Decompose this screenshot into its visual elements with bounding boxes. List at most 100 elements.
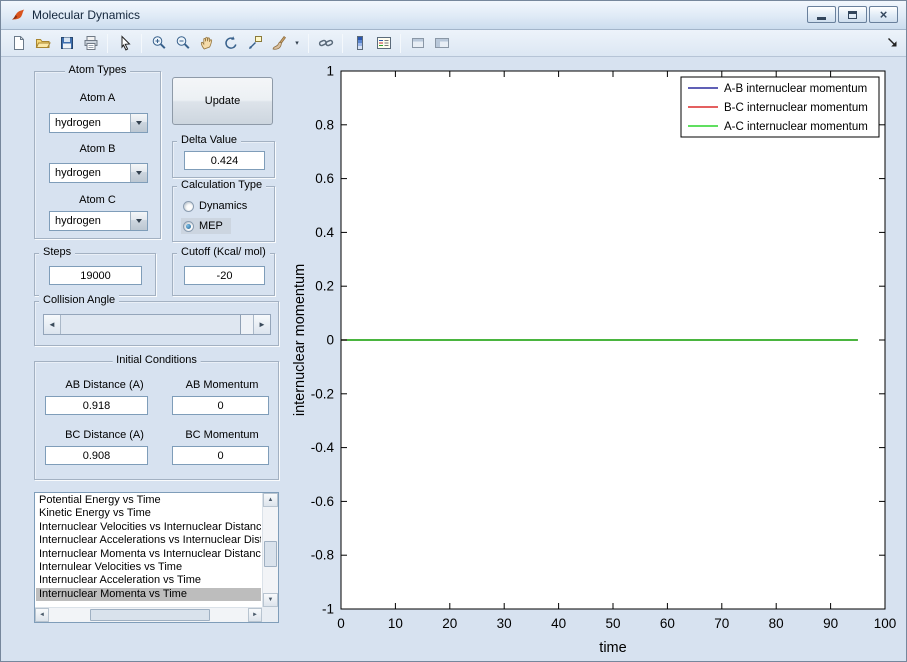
atom-a-value: hydrogen: [55, 117, 101, 129]
ab-momentum-input[interactable]: [172, 396, 269, 415]
toolbar-save-figure-button[interactable]: [55, 32, 78, 55]
vertical-scroll-thumb[interactable]: [264, 541, 277, 567]
zoom-in-icon: [151, 35, 167, 51]
close-button[interactable]: ×: [869, 6, 898, 23]
maximize-icon: [848, 10, 857, 19]
legend[interactable]: A-B internuclear momentum B-C internuclea…: [680, 76, 880, 138]
toolbar-items: ▾: [7, 32, 453, 55]
toolbar-new-figure-button[interactable]: [7, 32, 30, 55]
horizontal-scrollbar[interactable]: ◄ ►: [35, 607, 262, 622]
y-tick-label: -0.8: [311, 548, 334, 563]
atom-a-label: Atom A: [79, 92, 116, 104]
x-tick-label: 50: [605, 616, 620, 631]
cutoff-title: Cutoff (Kcal/ mol): [177, 246, 270, 258]
delta-value-title: Delta Value: [177, 134, 242, 146]
print-icon: [83, 35, 99, 51]
x-tick-label: 20: [442, 616, 457, 631]
maximize-button[interactable]: [838, 6, 867, 23]
minimize-button[interactable]: [807, 6, 836, 23]
minimize-icon: [817, 17, 826, 20]
slider-right-arrow[interactable]: ►: [253, 315, 270, 334]
y-tick-label: 1: [326, 64, 334, 79]
legend-entry-label: A-C internuclear momentum: [724, 121, 868, 133]
delta-value-input[interactable]: [184, 151, 265, 170]
atom-c-dropdown-button[interactable]: [130, 212, 147, 230]
scroll-right-button[interactable]: ►: [248, 608, 262, 622]
list-item[interactable]: Internulear Velocities vs Time: [36, 561, 261, 574]
atom-b-dropdown-button[interactable]: [130, 164, 147, 182]
zoom-out-icon: [175, 35, 191, 51]
toolbar-pan-button[interactable]: [195, 32, 218, 55]
x-tick-label: 40: [551, 616, 566, 631]
slider-thumb[interactable]: [61, 315, 241, 334]
toolbar-show-plot-tools-button[interactable]: [430, 32, 453, 55]
radio-mep[interactable]: MEP: [181, 218, 231, 234]
radio-icon: [183, 200, 194, 212]
list-item[interactable]: Internuclear Velocities vs Internuclear …: [36, 521, 261, 534]
toolbar-insert-legend-button[interactable]: [372, 32, 395, 55]
colorbar-icon: [352, 35, 368, 51]
atom-c-label: Atom C: [79, 194, 116, 206]
toolbar-separator: [342, 33, 343, 53]
list-item[interactable]: Internuclear Accelerations vs Internucle…: [36, 534, 261, 547]
app-icon: [10, 7, 26, 23]
list-item[interactable]: Internuclear Momenta vs Internuclear Dis…: [36, 548, 261, 561]
chevron-down-icon: [136, 171, 142, 175]
plot-type-listbox: Potential Energy vs Time Kinetic Energy v…: [34, 492, 279, 623]
bc-distance-input[interactable]: [45, 446, 148, 465]
toolbar-open-file-button[interactable]: [31, 32, 54, 55]
hide-plot-tools-icon: [410, 35, 426, 51]
vertical-scrollbar[interactable]: ▲ ▼: [262, 493, 278, 607]
atom-types-group: Atom Types Atom A hydrogen Atom B hydrog…: [34, 64, 161, 239]
toolbar-zoom-out-button[interactable]: [171, 32, 194, 55]
toolbar-rotate-3d-button[interactable]: [219, 32, 242, 55]
radio-dynamics[interactable]: Dynamics: [181, 198, 255, 214]
toolbar-zoom-in-button[interactable]: [147, 32, 170, 55]
y-tick-label: 0: [326, 333, 334, 348]
toolbar-insert-colorbar-button[interactable]: [348, 32, 371, 55]
toolbar-brush-button[interactable]: [267, 32, 290, 55]
calculation-type-group: Calculation Type Dynamics MEP: [172, 179, 275, 242]
update-button[interactable]: Update: [172, 77, 273, 125]
list-item[interactable]: Internuclear Acceleration vs Time: [36, 574, 261, 587]
list-item[interactable]: Potential Energy vs Time: [36, 494, 261, 507]
list-item[interactable]: Internuclear Momenta vs Time: [36, 587, 261, 602]
toolbar-link-plot-button[interactable]: [314, 32, 337, 55]
atom-c-select[interactable]: hydrogen: [49, 211, 148, 231]
toolbar-data-cursor-button[interactable]: [243, 32, 266, 55]
scroll-up-button[interactable]: ▲: [263, 493, 278, 507]
x-tick-label: 100: [874, 616, 897, 631]
scroll-down-button[interactable]: ▼: [263, 593, 278, 607]
atom-c-value: hydrogen: [55, 215, 101, 227]
bc-distance-label: BC Distance (A): [65, 429, 144, 441]
toolbar-edit-plot-button[interactable]: [113, 32, 136, 55]
atom-b-select[interactable]: hydrogen: [49, 163, 148, 183]
ab-distance-input[interactable]: [45, 396, 148, 415]
atom-a-dropdown-button[interactable]: [130, 114, 147, 132]
list-item[interactable]: Kinetic Energy vs Time: [36, 507, 261, 520]
toolbar-print-figure-button[interactable]: [79, 32, 102, 55]
y-axis-label: internuclear momentum: [292, 264, 308, 416]
collision-angle-slider[interactable]: ◄ ►: [43, 314, 271, 335]
radio-dynamics-label: Dynamics: [199, 200, 248, 212]
cutoff-input[interactable]: [184, 266, 265, 285]
link-icon: [318, 35, 334, 51]
chevron-down-icon: [136, 121, 142, 125]
scroll-left-button[interactable]: ◄: [35, 608, 49, 622]
slider-left-arrow[interactable]: ◄: [44, 315, 61, 334]
initial-conditions-title: Initial Conditions: [112, 354, 201, 366]
y-tick-label: -0.6: [311, 494, 334, 509]
horizontal-scroll-thumb[interactable]: [90, 609, 210, 621]
toolbar-hide-plot-tools-button[interactable]: [406, 32, 429, 55]
steps-title: Steps: [39, 246, 76, 258]
bc-momentum-input[interactable]: [172, 446, 269, 465]
dock-figure-button[interactable]: [884, 35, 900, 51]
collision-angle-group: Collision Angle ◄ ►: [34, 294, 279, 346]
molecular-dynamics-window: Molecular Dynamics × ▾ Atom Types Atom A…: [0, 0, 907, 662]
legend-entry-label: B-C internuclear momentum: [724, 102, 868, 114]
steps-input[interactable]: [49, 266, 142, 285]
atom-a-select[interactable]: hydrogen: [49, 113, 148, 133]
y-tick-label: 0.6: [315, 171, 334, 186]
legend-icon: [376, 35, 392, 51]
toolbar-brush-dropdown[interactable]: ▾: [291, 32, 303, 55]
